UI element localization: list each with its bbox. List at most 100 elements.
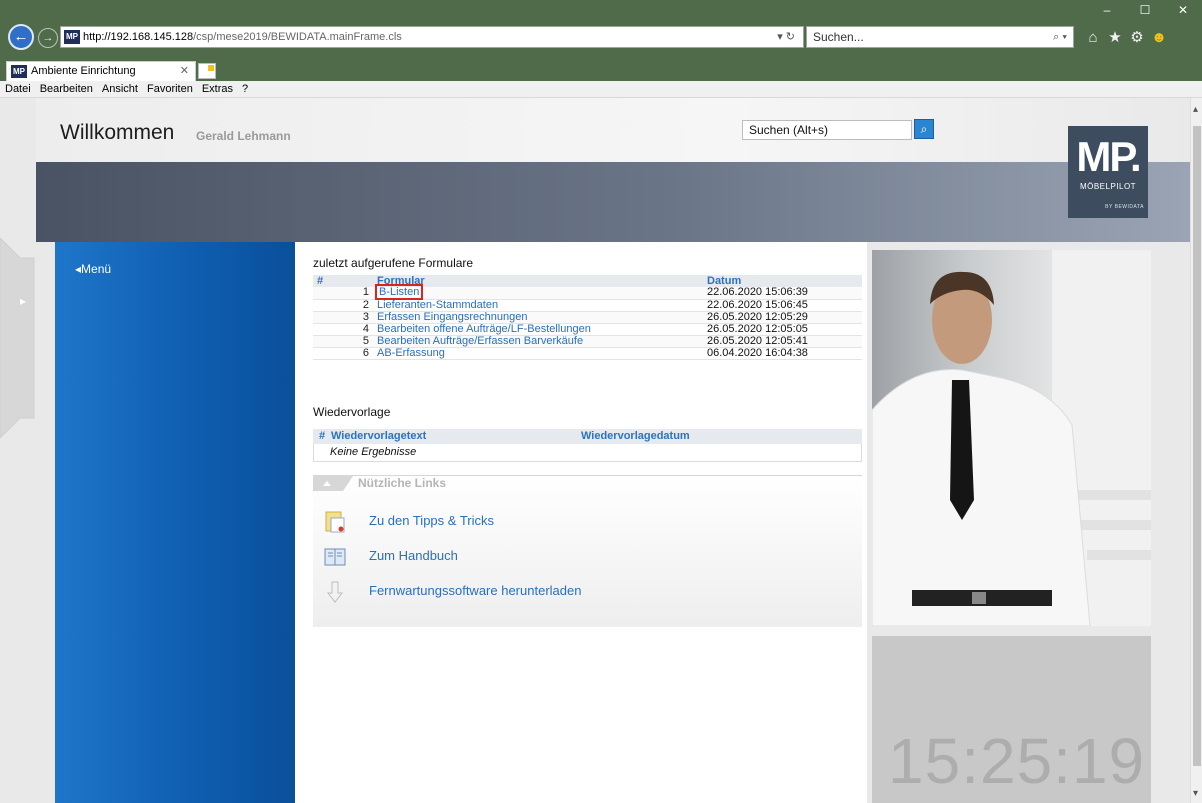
search-icon[interactable]: ⌕ ▾	[1053, 27, 1067, 47]
tab-row: MP Ambiente Einrichtung ✕	[0, 61, 1202, 81]
table-row[interactable]: 2 Lieferanten-Stammdaten 22.06.2020 15:0…	[313, 299, 862, 312]
clock-time: 15:25:19	[888, 725, 1146, 797]
wv-col-num: #	[319, 430, 326, 442]
browser-search-input[interactable]: Suchen... ⌕ ▾	[806, 26, 1074, 48]
form-link[interactable]: Lieferanten-Stammdaten	[373, 299, 703, 312]
businessman-image	[872, 250, 1151, 626]
logo-name: MÖBELPILOT	[1079, 182, 1137, 191]
link-fernwartung[interactable]: Fernwartungssoftware herunterladen	[323, 578, 723, 604]
recent-forms-table: # Formular Datum 1 B-Listen 22.06.2020 1…	[313, 275, 862, 360]
useful-links-panel: Nützliche Links Zu den Tipps & Tricks Zu…	[313, 475, 862, 627]
url-host: http://192.168.145.128	[83, 31, 194, 43]
side-tab-shape	[0, 237, 35, 439]
form-link-b-listen[interactable]: B-Listen	[374, 284, 424, 301]
browser-tab[interactable]: MP Ambiente Einrichtung ✕	[6, 61, 196, 81]
tab-title: Ambiente Einrichtung	[31, 65, 136, 77]
row-date: 22.06.2020 15:06:39	[703, 287, 862, 300]
row-num: 1	[313, 287, 373, 300]
row-date: 22.06.2020 15:06:45	[703, 299, 862, 312]
menu-extras[interactable]: Extras	[198, 81, 237, 98]
page-scrollbar[interactable]: ▴ ▾	[1190, 98, 1202, 803]
tab-close-icon[interactable]: ✕	[180, 62, 189, 81]
settings-gear-icon[interactable]: ⚙	[1126, 28, 1148, 48]
useful-links-title: Nützliche Links	[358, 476, 447, 490]
col-formular: Formular	[373, 275, 703, 287]
welcome-photo	[872, 250, 1151, 626]
wiedervorlage-table: # Wiedervorlagetext Wiedervorlagedatum K…	[313, 429, 862, 462]
maximize-icon[interactable]: ☐	[1126, 0, 1164, 20]
table-row[interactable]: 5 Bearbeiten Aufträge/Erfassen Barverkäu…	[313, 335, 862, 348]
useful-links-tab[interactable]: Nützliche Links	[313, 476, 463, 491]
row-num: 4	[313, 323, 373, 336]
form-link[interactable]: Bearbeiten offene Aufträge/LF-Bestellung…	[373, 323, 703, 336]
wv-col-text: Wiedervorlagetext	[331, 430, 427, 442]
moebelpilot-logo: MP. MÖBELPILOT BY BEWIDATA	[1068, 126, 1148, 218]
row-date: 26.05.2020 12:05:05	[703, 323, 862, 336]
url-path: /csp/mese2019/BEWIDATA.mainFrame.cls	[193, 31, 402, 43]
logo-sub: BY BEWIDATA	[1105, 204, 1144, 210]
col-datum: Datum	[703, 275, 862, 287]
logo-mark: MP.	[1076, 133, 1141, 180]
menu-datei[interactable]: Datei	[1, 81, 35, 98]
navigation-row: ← → MP http://192.168.145.128/csp/mese20…	[0, 20, 1202, 54]
wiedervorlage-title: Wiedervorlage	[313, 405, 391, 419]
web-page: Willkommen Gerald Lehmann Suchen (Alt+s)…	[0, 98, 1190, 803]
row-num: 5	[313, 335, 373, 348]
download-icon	[326, 581, 344, 603]
scroll-down-icon[interactable]: ▾	[1193, 788, 1198, 799]
table-row[interactable]: 6 AB-Erfassung 06.04.2020 16:04:38	[313, 347, 862, 360]
menu-toggle[interactable]: ◂Menü	[75, 262, 111, 276]
address-bar[interactable]: MP http://192.168.145.128/csp/mese2019/B…	[60, 26, 804, 48]
table-row[interactable]: 1 B-Listen 22.06.2020 15:06:39	[313, 284, 862, 301]
favorites-star-icon[interactable]: ★	[1104, 28, 1126, 48]
browser-search-placeholder: Suchen...	[813, 30, 864, 44]
menu-bearbeiten[interactable]: Bearbeiten	[36, 81, 97, 98]
link-label: Zu den Tipps & Tricks	[369, 513, 494, 528]
menu-favoriten[interactable]: Favoriten	[143, 81, 197, 98]
toolbar-icons: ⌂ ★ ⚙ ☻	[1082, 28, 1200, 48]
wv-col-date: Wiedervorlagedatum	[581, 430, 690, 442]
minimize-icon[interactable]: –	[1088, 0, 1126, 20]
menu-help[interactable]: ?	[238, 81, 252, 98]
close-window-icon[interactable]: ✕	[1164, 0, 1202, 20]
refresh-icon[interactable]: ▾ ↻	[777, 27, 795, 47]
browser-menubar: Datei Bearbeiten Ansicht Favoriten Extras?	[0, 81, 1202, 98]
row-date: 06.04.2020 16:04:38	[703, 347, 862, 360]
header-banner	[36, 162, 1190, 242]
menu-panel: ◂Menü	[55, 242, 295, 803]
form-link[interactable]: Bearbeiten Aufträge/Erfassen Barverkäufe	[373, 335, 703, 348]
form-link[interactable]: Erfassen Eingangsrechnungen	[373, 311, 703, 324]
expand-arrow-icon[interactable]: ▸	[20, 294, 26, 308]
link-tips-tricks[interactable]: Zu den Tipps & Tricks	[323, 508, 723, 534]
side-collapse-tab[interactable]: ▸	[0, 237, 36, 439]
forward-button[interactable]: →	[38, 28, 58, 48]
clock-panel: 15:25:19	[872, 636, 1151, 803]
feedback-smiley-icon[interactable]: ☻	[1148, 28, 1170, 48]
tab-favicon-icon: MP	[11, 65, 27, 78]
link-label: Fernwartungssoftware herunterladen	[369, 583, 582, 598]
welcome-title: Willkommen	[60, 121, 175, 144]
book-icon	[324, 548, 346, 566]
row-num: 6	[313, 347, 373, 360]
wiedervorlage-header: # Wiedervorlagetext Wiedervorlagedatum	[313, 429, 862, 444]
app-search-button[interactable]: ⌕	[914, 119, 934, 139]
form-link[interactable]: AB-Erfassung	[373, 347, 703, 360]
link-label: Zum Handbuch	[369, 548, 458, 563]
wiedervorlage-empty: Keine Ergebnisse	[313, 444, 862, 462]
row-date: 26.05.2020 12:05:41	[703, 335, 862, 348]
window-controls: – ☐ ✕	[1088, 0, 1202, 20]
table-row[interactable]: 3 Erfassen Eingangsrechnungen 26.05.2020…	[313, 311, 862, 324]
page-header: Willkommen Gerald Lehmann Suchen (Alt+s)…	[36, 98, 1190, 162]
link-handbuch[interactable]: Zum Handbuch	[323, 543, 723, 569]
row-num: 3	[313, 311, 373, 324]
recent-forms-title: zuletzt aufgerufene Formulare	[313, 256, 474, 270]
scroll-up-icon[interactable]: ▴	[1193, 104, 1198, 115]
home-icon[interactable]: ⌂	[1082, 28, 1104, 48]
scrollbar-thumb[interactable]	[1193, 126, 1201, 766]
new-tab-button[interactable]	[198, 63, 216, 79]
menu-ansicht[interactable]: Ansicht	[98, 81, 142, 98]
back-button[interactable]: ←	[8, 24, 34, 50]
app-search-input[interactable]: Suchen (Alt+s)	[742, 120, 912, 140]
table-row[interactable]: 4 Bearbeiten offene Aufträge/LF-Bestellu…	[313, 323, 862, 336]
col-num: #	[313, 275, 373, 287]
